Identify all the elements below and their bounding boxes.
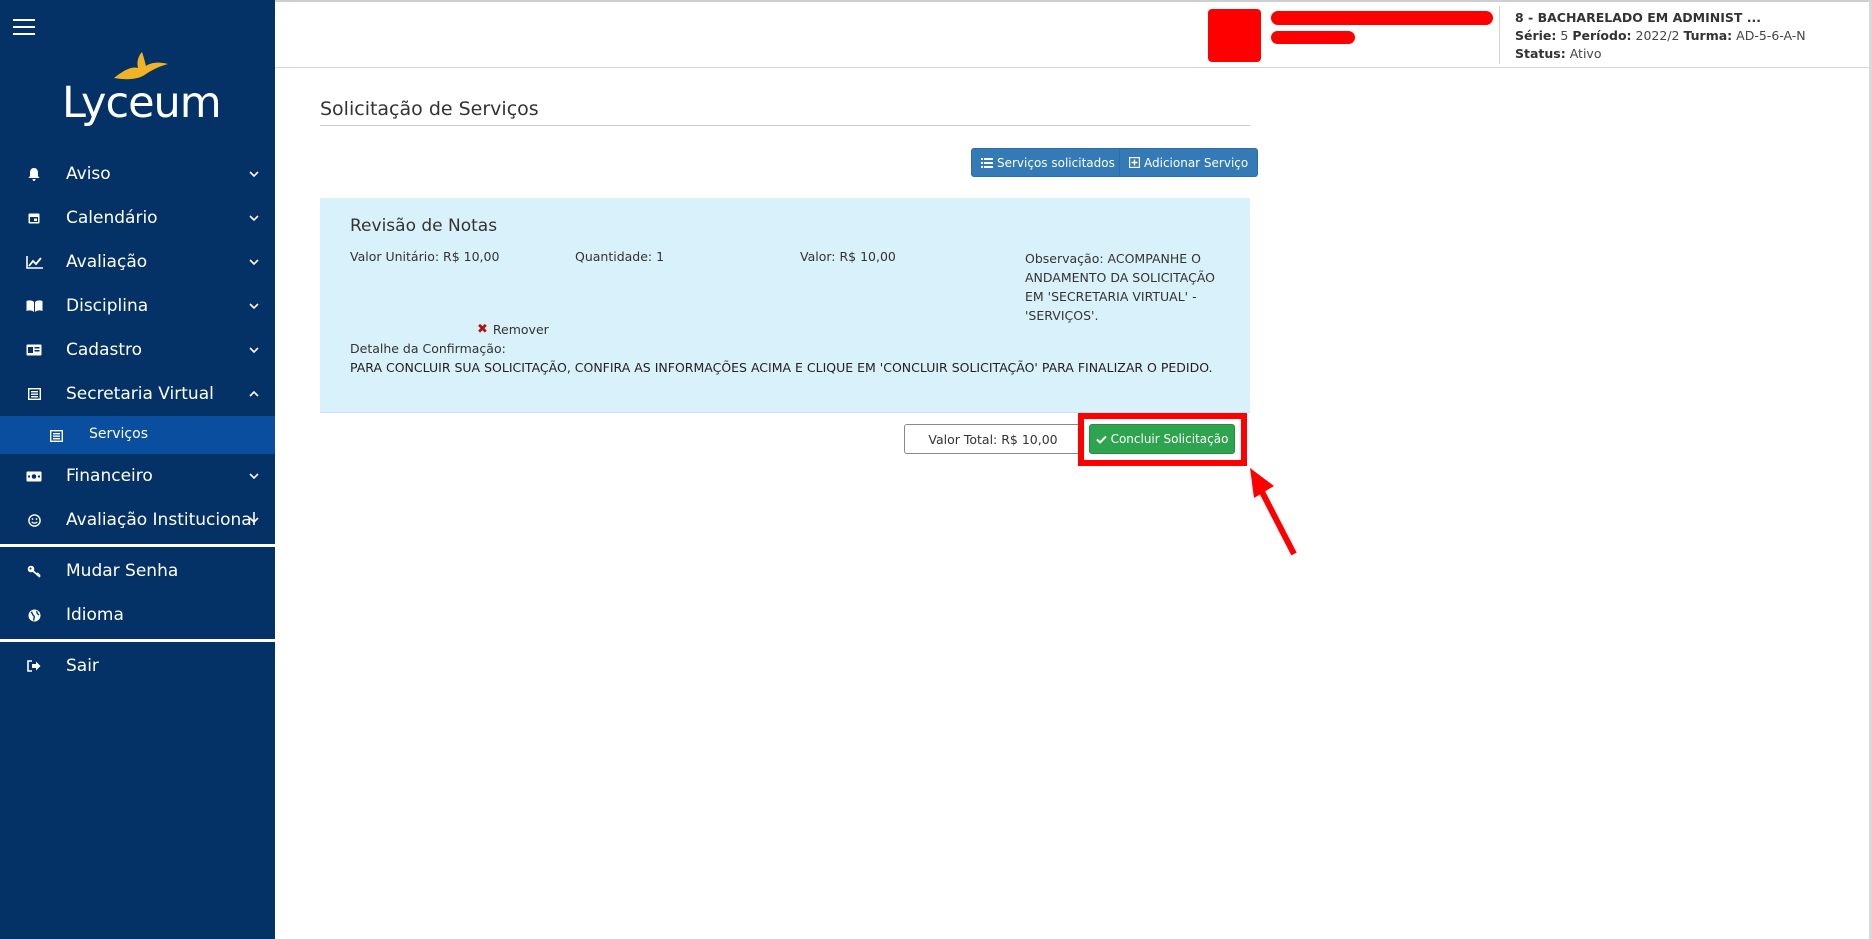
sidebar-item-label: Aviso [66,164,111,184]
key-icon [25,563,43,579]
chevron-down-icon [249,517,259,523]
sidebar-item-label: Sair [66,656,99,676]
header-separator [1499,6,1500,64]
service-title: Revisão de Notas [350,216,498,236]
detalhe-text: PARA CONCLUIR SUA SOLICITAÇÃO, CONFIRA A… [350,360,1213,375]
book-open-icon [25,298,43,314]
sidebar-item-label: Financeiro [66,466,153,486]
quantidade: Quantidade: 1 [575,249,665,264]
sidebar-item-aviso[interactable]: Aviso [0,152,275,196]
sidebar-item-avaliacao-institucional[interactable]: Avaliação Institucional [0,498,275,542]
valor: Valor: R$ 10,00 [800,249,896,264]
close-icon: ✖ [477,322,488,337]
sidebar-item-avaliacao[interactable]: Avaliação [0,240,275,284]
globe-icon [25,607,43,623]
id-card-icon [25,342,43,358]
chevron-down-icon [249,259,259,265]
chevron-down-icon [249,215,259,221]
detalhe-label: Detalhe da Confirmação: [350,341,506,356]
sidebar-nav: Aviso Calendário Avaliação Disciplina Ca… [0,152,275,688]
sidebar-item-label: Disciplina [66,296,149,316]
redacted-name [1271,11,1493,25]
chart-line-icon [25,254,43,270]
calendar-icon [25,210,43,226]
adicionar-servico-label: Adicionar Serviço [1144,155,1249,170]
sidebar-item-secretaria-virtual[interactable]: Secretaria Virtual [0,372,275,416]
chevron-down-icon [249,303,259,309]
newspaper-icon [25,386,43,402]
chevron-down-icon [249,171,259,177]
status-value: Ativo [1569,46,1602,61]
sidebar-subitem-servicos[interactable]: Serviços [0,416,275,454]
sidebar-item-financeiro[interactable]: Financeiro [0,454,275,498]
sidebar-divider [0,544,275,547]
periodo-label: Período: [1572,28,1632,43]
plus-square-icon [1129,157,1140,168]
sidebar-item-label: Secretaria Virtual [66,384,214,404]
remover-label: Remover [492,322,549,337]
concluir-label: Concluir Solicitação [1110,432,1229,446]
sidebar-item-label: Idioma [66,605,124,625]
servicos-solicitados-button[interactable]: Serviços solicitados [971,148,1125,177]
newspaper-icon [49,427,64,446]
student-info: 8 - BACHARELADO EM ADMINIST ... Série: 5… [1515,9,1806,63]
chevron-up-icon [249,391,259,397]
sidebar-subitem-label: Serviços [89,426,148,442]
service-card: Revisão de Notas Valor Unitário: R$ 10,0… [320,198,1250,413]
chevron-down-icon [249,347,259,353]
menu-icon[interactable] [13,19,35,35]
serie-value: 5 [1560,28,1569,43]
turma-label: Turma: [1683,28,1733,43]
sidebar-item-sair[interactable]: Sair [0,644,275,688]
status-label: Status: [1515,46,1566,61]
sidebar-item-disciplina[interactable]: Disciplina [0,284,275,328]
page-title: Solicitação de Serviços [320,98,539,120]
sidebar: Lyceum Aviso Calendário Avaliação Discip… [0,0,275,939]
periodo-value: 2022/2 [1635,28,1680,43]
sidebar-item-label: Avaliação Institucional [66,510,257,530]
sidebar-item-cadastro[interactable]: Cadastro [0,328,275,372]
sidebar-item-idioma[interactable]: Idioma [0,593,275,637]
smile-icon [25,512,43,528]
logo-text: Lyceum [62,78,222,128]
sidebar-item-calendario[interactable]: Calendário [0,196,275,240]
chevron-down-icon [249,473,259,479]
title-divider [320,125,1250,126]
serie-label: Série: [1515,28,1557,43]
list-icon [981,157,993,168]
turma-value: AD-5-6-A-N [1736,28,1806,43]
sidebar-divider [0,639,275,642]
money-icon [25,468,43,484]
concluir-solicitacao-button[interactable]: Concluir Solicitação [1089,424,1235,454]
red-arrow-icon [1250,468,1297,556]
course-name: 8 - BACHARELADO EM ADMINIST ... [1515,10,1761,25]
sidebar-item-label: Calendário [66,208,158,228]
sign-out-icon [25,658,43,674]
sidebar-item-label: Avaliação [66,252,148,272]
check-icon [1095,435,1107,444]
lyceum-logo: Lyceum [62,52,222,132]
valor-unitario: Valor Unitário: R$ 10,00 [350,249,500,264]
observacao: Observação: ACOMPANHE O ANDAMENTO DA SOL… [1025,251,1216,323]
top-header: 8 - BACHARELADO EM ADMINIST ... Série: 5… [275,0,1872,68]
avatar[interactable] [1208,9,1261,62]
sidebar-item-label: Mudar Senha [66,561,179,581]
redacted-id [1271,31,1355,44]
remover-link[interactable]: ✖ Remover [477,322,549,337]
sidebar-item-label: Cadastro [66,340,143,360]
bell-icon [25,166,43,182]
adicionar-servico-button[interactable]: Adicionar Serviço [1119,148,1259,177]
valor-total: Valor Total: R$ 10,00 [904,424,1082,454]
servicos-solicitados-label: Serviços solicitados [997,155,1115,170]
sidebar-item-mudar-senha[interactable]: Mudar Senha [0,549,275,593]
